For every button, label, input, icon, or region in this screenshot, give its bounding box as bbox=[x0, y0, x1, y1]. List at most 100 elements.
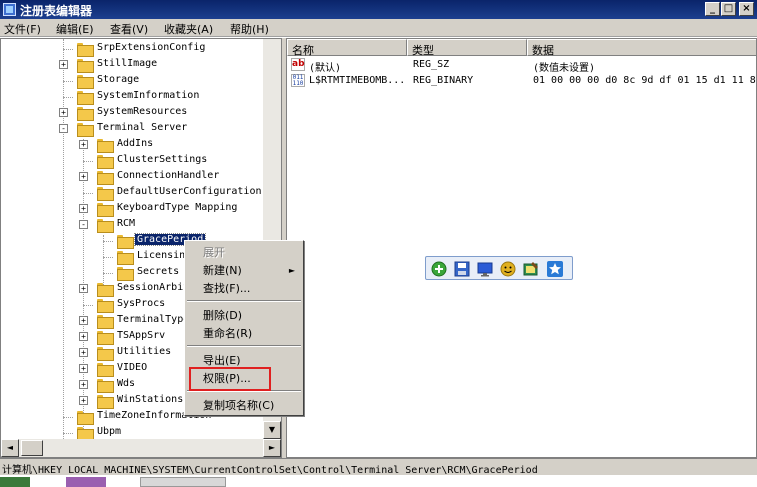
folder-icon bbox=[77, 43, 94, 57]
tree-node-srpextensionconfig[interactable]: SrpExtensionConfig bbox=[1, 41, 263, 57]
monitor-icon[interactable] bbox=[476, 260, 494, 278]
tree-node-addins[interactable]: + AddIns bbox=[1, 137, 263, 153]
list-row[interactable]: ab (默认) REG_SZ (数值未设置) bbox=[287, 57, 756, 74]
taskbar-item bbox=[66, 477, 106, 487]
tree-node-defaultuserconfiguration[interactable]: DefaultUserConfiguration bbox=[1, 185, 263, 201]
folder-icon bbox=[77, 427, 94, 441]
list-row[interactable]: 011 110 L$RTMTIMEBOMB... REG_BINARY 01 0… bbox=[287, 73, 756, 89]
tree-node-label[interactable]: ClusterSettings bbox=[115, 154, 209, 165]
tree-node-label[interactable]: StillImage bbox=[95, 58, 159, 69]
expand-plus-icon[interactable]: + bbox=[79, 380, 88, 389]
title-bar: 注册表编辑器 _ □ × bbox=[0, 0, 757, 19]
expand-plus-icon[interactable]: + bbox=[79, 316, 88, 325]
tree-connector-line bbox=[83, 193, 93, 194]
tree-node-systeminformation[interactable]: SystemInformation bbox=[1, 89, 263, 105]
add-green-icon[interactable] bbox=[430, 260, 448, 278]
tree-node-label[interactable]: TSAppSrv bbox=[115, 330, 167, 341]
floating-toolbar bbox=[425, 256, 573, 280]
tree-node-stillimage[interactable]: + StillImage bbox=[1, 57, 263, 73]
tree-connector-line bbox=[63, 97, 73, 98]
tree-node-label[interactable]: Ubpm bbox=[95, 426, 123, 437]
folder-icon bbox=[97, 395, 114, 409]
tree-node-label[interactable]: SystemResources bbox=[95, 106, 189, 117]
values-list[interactable]: 名称 类型 数据 ab (默认) REG_SZ (数值未设置) 011 110 … bbox=[286, 38, 757, 458]
taskbar-item bbox=[140, 477, 226, 487]
string-value-icon: ab bbox=[291, 58, 305, 71]
collapse-minus-icon[interactable]: - bbox=[79, 220, 88, 229]
save-disk-icon[interactable] bbox=[453, 260, 471, 278]
tree-node-label[interactable]: ConnectionHandler bbox=[115, 170, 221, 181]
tree-node-connectionhandler[interactable]: + ConnectionHandler bbox=[1, 169, 263, 185]
tree-node-systemresources[interactable]: + SystemResources bbox=[1, 105, 263, 121]
expand-plus-icon[interactable]: + bbox=[79, 284, 88, 293]
tree-node-label[interactable]: RCM bbox=[115, 218, 137, 229]
tree-horizontal-scrollbar[interactable]: ◄ ► bbox=[1, 439, 281, 457]
tree-node-label[interactable]: Utilities bbox=[115, 346, 173, 357]
tree-node-label[interactable]: Secrets bbox=[135, 266, 181, 277]
horizontal-scroll-thumb[interactable] bbox=[21, 440, 43, 456]
menu-file[interactable]: 文件(F) bbox=[4, 21, 41, 37]
menu-help[interactable]: 帮助(H) bbox=[230, 21, 269, 37]
taskbar-item bbox=[0, 477, 30, 487]
menu-edit[interactable]: 编辑(E) bbox=[56, 21, 94, 37]
tree-node-label[interactable]: Wds bbox=[115, 378, 137, 389]
tree-node-label[interactable]: VIDEO bbox=[115, 362, 149, 373]
tree-node-label[interactable]: AddIns bbox=[115, 138, 155, 149]
menu-copy-key-name[interactable]: 复制项名称(C) bbox=[187, 397, 301, 414]
star-bookmark-icon[interactable] bbox=[546, 260, 564, 278]
close-button[interactable]: × bbox=[739, 2, 754, 16]
collapse-minus-icon[interactable]: - bbox=[59, 124, 68, 133]
scroll-down-button[interactable]: ▼ bbox=[263, 421, 281, 439]
scroll-left-button[interactable]: ◄ bbox=[1, 439, 19, 457]
list-header: 名称 类型 数据 bbox=[287, 39, 756, 57]
expand-plus-icon[interactable]: + bbox=[59, 108, 68, 117]
tree-node-terminal-server[interactable]: - Terminal Server bbox=[1, 121, 263, 137]
folder-icon bbox=[97, 315, 114, 329]
tree-node-keyboardtype-mapping[interactable]: + KeyboardType Mapping bbox=[1, 201, 263, 217]
folder-icon bbox=[97, 219, 114, 233]
value-name: L$RTMTIMEBOMB... bbox=[309, 75, 406, 86]
value-data: (数值未设置) bbox=[533, 63, 596, 74]
tree-node-label[interactable]: WinStations bbox=[115, 394, 185, 405]
tree-node-label[interactable]: DefaultUserConfiguration bbox=[115, 186, 264, 197]
tree-connector-line bbox=[63, 49, 73, 50]
tree-node-label[interactable]: SrpExtensionConfig bbox=[95, 42, 207, 53]
value-type: REG_BINARY bbox=[413, 75, 474, 86]
expand-plus-icon[interactable]: + bbox=[79, 140, 88, 149]
expand-plus-icon[interactable]: + bbox=[79, 204, 88, 213]
expand-plus-icon[interactable]: + bbox=[79, 364, 88, 373]
smiley-icon[interactable] bbox=[499, 260, 517, 278]
menu-delete[interactable]: 删除(D) bbox=[187, 307, 301, 324]
folder-icon bbox=[77, 411, 94, 425]
expand-plus-icon[interactable]: + bbox=[59, 60, 68, 69]
maximize-button[interactable]: □ bbox=[721, 2, 736, 16]
expand-plus-icon[interactable]: + bbox=[79, 172, 88, 181]
scroll-right-button[interactable]: ► bbox=[263, 439, 281, 457]
tree-node-label[interactable]: KeyboardType Mapping bbox=[115, 202, 239, 213]
menu-rename[interactable]: 重命名(R) bbox=[187, 325, 301, 342]
folder-icon bbox=[97, 203, 114, 217]
tree-node-label[interactable]: SystemInformation bbox=[95, 90, 201, 101]
tree-node-label[interactable]: Storage bbox=[95, 74, 141, 85]
folder-icon bbox=[117, 267, 134, 281]
tree-connector-line bbox=[83, 305, 93, 306]
folder-icon bbox=[97, 299, 114, 313]
tree-node-clustersettings[interactable]: ClusterSettings bbox=[1, 153, 263, 169]
column-data-header[interactable]: 数据 bbox=[527, 39, 756, 57]
value-name: (默认) bbox=[309, 63, 342, 74]
column-type-header[interactable]: 类型 bbox=[407, 39, 527, 57]
menu-favorites[interactable]: 收藏夹(A) bbox=[164, 21, 213, 37]
expand-plus-icon[interactable]: + bbox=[79, 348, 88, 357]
menu-view[interactable]: 查看(V) bbox=[110, 21, 148, 37]
column-name-header[interactable]: 名称 bbox=[287, 39, 407, 57]
minimize-button[interactable]: _ bbox=[705, 2, 720, 16]
tree-node-label[interactable]: SysProcs bbox=[115, 298, 167, 309]
tree-node-rcm[interactable]: - RCM bbox=[1, 217, 263, 233]
image-edit-icon[interactable] bbox=[522, 260, 540, 278]
tree-node-label[interactable]: Terminal Server bbox=[95, 122, 189, 133]
expand-plus-icon[interactable]: + bbox=[79, 332, 88, 341]
expand-plus-icon[interactable]: + bbox=[79, 396, 88, 405]
tree-node-storage[interactable]: Storage bbox=[1, 73, 263, 89]
menu-find[interactable]: 查找(F)... bbox=[187, 280, 301, 297]
menu-new[interactable]: 新建(N) ► bbox=[187, 262, 301, 279]
